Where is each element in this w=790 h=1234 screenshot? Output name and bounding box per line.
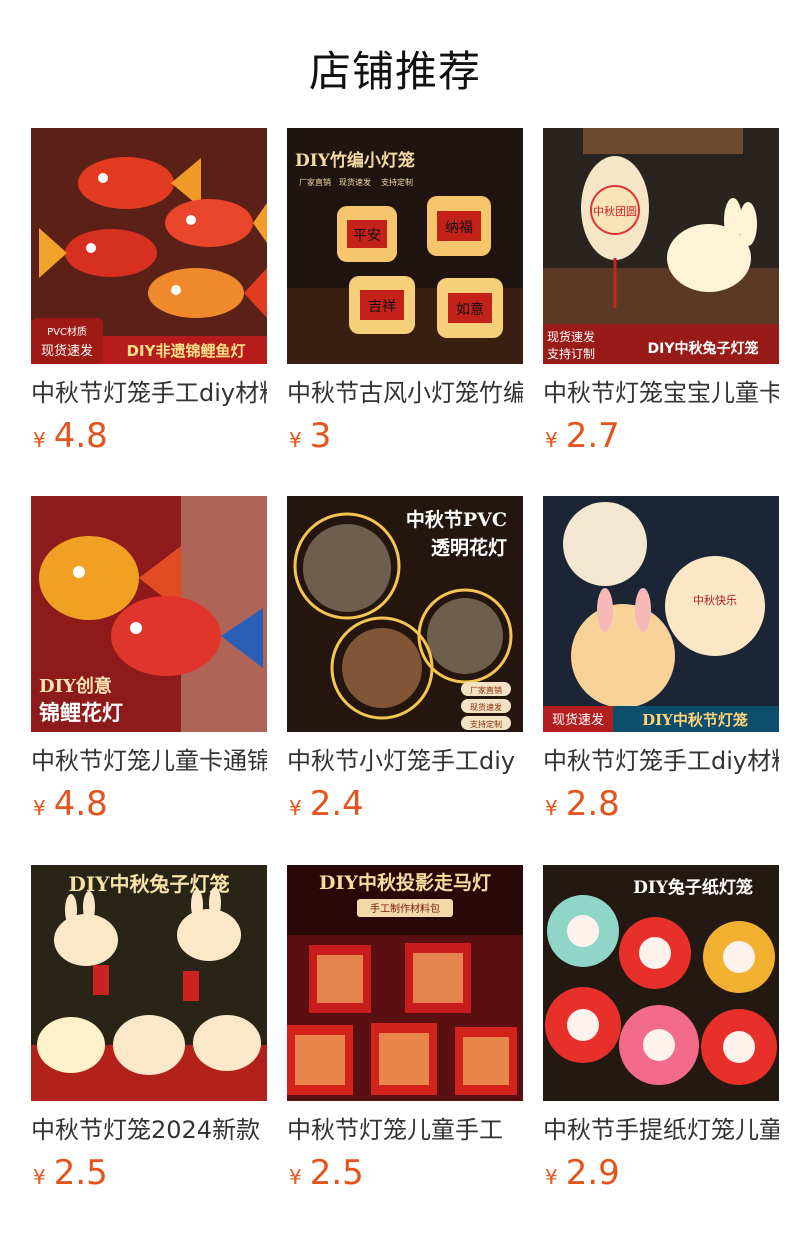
paper-lantern-image: DIY兔子纸灯笼 xyxy=(543,865,779,1101)
koi-flower-lantern-image: DIY创意 锦鲤花灯 xyxy=(31,496,267,732)
image-caption: 支持定制 xyxy=(381,177,413,187)
image-caption: 纳福 xyxy=(445,220,473,236)
product-price: ¥2.5 xyxy=(33,1153,108,1193)
price-value: 2.8 xyxy=(565,784,620,824)
product-name[interactable]: 中秋节灯笼手工diy材料 xyxy=(543,744,779,778)
product-name[interactable]: 中秋节手提纸灯笼儿童 xyxy=(543,1113,779,1147)
product-image[interactable]: 中秋团圆 现货速发 支持订制 DIY中秋兔子灯笼 xyxy=(543,128,779,364)
image-caption: 中秋节PVC xyxy=(406,508,507,531)
price-value: 2.7 xyxy=(565,416,620,456)
image-caption: 现货速发 xyxy=(547,329,595,344)
pvc-lantern-image: 中秋节PVC 透明花灯 厂家直销 现货速发 支持定制 xyxy=(287,496,523,732)
currency-symbol: ¥ xyxy=(289,428,302,452)
price-value: 2.4 xyxy=(309,784,364,824)
product-card[interactable]: PVC材质 现货速发 DIY非遗锦鲤鱼灯 中秋节灯笼手工diy材料包 ¥4.8 xyxy=(31,128,267,456)
product-price: ¥2.7 xyxy=(545,416,620,456)
product-price: ¥4.8 xyxy=(33,784,108,824)
product-image[interactable]: DIY创意 锦鲤花灯 xyxy=(31,496,267,732)
image-caption: DIY兔子纸灯笼 xyxy=(633,877,753,898)
image-caption: 平安 xyxy=(353,228,381,244)
product-card[interactable]: 中秋节PVC 透明花灯 厂家直销 现货速发 支持定制 中秋节小灯笼手工diy ¥… xyxy=(287,496,523,824)
product-price: ¥3 xyxy=(289,416,331,456)
product-image[interactable]: DIY兔子纸灯笼 xyxy=(543,865,779,1101)
section-title: 店铺推荐 xyxy=(308,47,481,96)
image-caption: 支持定制 xyxy=(470,719,502,729)
price-value: 4.8 xyxy=(53,784,108,824)
product-name[interactable]: 中秋节灯笼宝宝儿童卡通 xyxy=(543,376,779,410)
product-card[interactable]: DIY创意 锦鲤花灯 中秋节灯笼儿童卡通锦鲤 ¥4.8 xyxy=(31,496,267,824)
product-name[interactable]: 中秋节灯笼儿童手工 xyxy=(287,1113,523,1147)
product-image[interactable]: DIY竹编小灯笼 厂家直销 现货速发 支持定制 平安 纳福 吉祥 如意 xyxy=(287,128,523,364)
image-caption: PVC材质 xyxy=(47,325,87,338)
product-name[interactable]: 中秋节灯笼2024新款 xyxy=(31,1113,267,1147)
product-image[interactable]: PVC材质 现货速发 DIY非遗锦鲤鱼灯 xyxy=(31,128,267,364)
price-value: 3 xyxy=(309,416,332,456)
currency-symbol: ¥ xyxy=(545,796,558,820)
product-card[interactable]: DIY中秋投影走马灯 手工制作材料包 中秋节灯笼儿童手工 ¥2.5 xyxy=(287,865,523,1193)
price-value: 2.5 xyxy=(53,1153,108,1193)
bamboo-lantern-image: DIY竹编小灯笼 厂家直销 现货速发 支持定制 平安 纳福 吉祥 如意 xyxy=(287,128,523,364)
image-caption: 现货速发 xyxy=(470,702,502,712)
koi-lantern-image: PVC材质 现货速发 DIY非遗锦鲤鱼灯 xyxy=(31,128,267,364)
product-name[interactable]: 中秋节古风小灯笼竹编 xyxy=(287,376,523,410)
rabbit-lantern-image: 中秋团圆 现货速发 支持订制 DIY中秋兔子灯笼 xyxy=(543,128,779,364)
projection-lantern-image: DIY中秋投影走马灯 手工制作材料包 xyxy=(287,865,523,1101)
currency-symbol: ¥ xyxy=(33,1165,46,1189)
product-price: ¥2.8 xyxy=(545,784,620,824)
image-caption: 锦鲤花灯 xyxy=(39,700,123,725)
image-caption: 厂家直销 xyxy=(299,177,331,187)
product-image[interactable]: DIY中秋兔子灯笼 xyxy=(31,865,267,1101)
product-image[interactable]: 中秋快乐 现货速发 DIY中秋节灯笼 xyxy=(543,496,779,732)
product-price: ¥2.5 xyxy=(289,1153,364,1193)
image-caption: 中秋快乐 xyxy=(693,593,737,607)
product-price: ¥2.4 xyxy=(289,784,364,824)
price-value: 2.5 xyxy=(309,1153,364,1193)
product-card[interactable]: 中秋快乐 现货速发 DIY中秋节灯笼 中秋节灯笼手工diy材料 ¥2.8 xyxy=(543,496,779,824)
currency-symbol: ¥ xyxy=(545,428,558,452)
currency-symbol: ¥ xyxy=(545,1165,558,1189)
image-caption: 吉祥 xyxy=(368,299,396,315)
image-caption: 中秋团圆 xyxy=(593,204,637,218)
image-caption: DIY非遗锦鲤鱼灯 xyxy=(127,342,246,360)
image-caption: DIY中秋兔子灯笼 xyxy=(648,340,759,357)
product-image[interactable]: 中秋节PVC 透明花灯 厂家直销 现货速发 支持定制 xyxy=(287,496,523,732)
image-caption: 透明花灯 xyxy=(431,536,507,559)
price-value: 2.9 xyxy=(565,1153,620,1193)
image-caption: 如意 xyxy=(456,301,484,318)
round-lantern-image: 中秋快乐 现货速发 DIY中秋节灯笼 xyxy=(543,496,779,732)
product-card[interactable]: DIY兔子纸灯笼 中秋节手提纸灯笼儿童 ¥2.9 xyxy=(543,865,779,1193)
product-image[interactable]: DIY中秋投影走马灯 手工制作材料包 xyxy=(287,865,523,1101)
product-price: ¥2.9 xyxy=(545,1153,620,1193)
product-card[interactable]: 中秋团圆 现货速发 支持订制 DIY中秋兔子灯笼 中秋节灯笼宝宝儿童卡通 ¥2.… xyxy=(543,128,779,456)
product-name[interactable]: 中秋节小灯笼手工diy xyxy=(287,744,523,778)
image-caption: DIY竹编小灯笼 xyxy=(295,150,415,171)
image-caption: 厂家直销 xyxy=(470,685,502,695)
image-caption: 支持订制 xyxy=(547,346,595,361)
product-card[interactable]: DIY中秋兔子灯笼 中秋节灯笼2024新款 ¥2.5 xyxy=(31,865,267,1193)
image-caption: 现货速发 xyxy=(552,712,604,728)
image-caption: DIY中秋兔子灯笼 xyxy=(69,872,230,896)
image-caption: 手工制作材料包 xyxy=(370,902,440,915)
price-value: 4.8 xyxy=(53,416,108,456)
currency-symbol: ¥ xyxy=(33,796,46,820)
image-caption: DIY中秋节灯笼 xyxy=(642,711,748,729)
image-caption: DIY创意 xyxy=(39,675,112,697)
product-card[interactable]: DIY竹编小灯笼 厂家直销 现货速发 支持定制 平安 纳福 吉祥 如意 中秋节古… xyxy=(287,128,523,456)
product-name[interactable]: 中秋节灯笼手工diy材料包 xyxy=(31,376,267,410)
product-name[interactable]: 中秋节灯笼儿童卡通锦鲤 xyxy=(31,744,267,778)
image-caption: 现货速发 xyxy=(41,343,93,359)
currency-symbol: ¥ xyxy=(289,796,302,820)
product-price: ¥4.8 xyxy=(33,416,108,456)
rabbit-lanterns-image: DIY中秋兔子灯笼 xyxy=(31,865,267,1101)
image-caption: DIY中秋投影走马灯 xyxy=(319,871,491,894)
image-caption: 现货速发 xyxy=(339,177,371,187)
currency-symbol: ¥ xyxy=(33,428,46,452)
currency-symbol: ¥ xyxy=(289,1165,302,1189)
